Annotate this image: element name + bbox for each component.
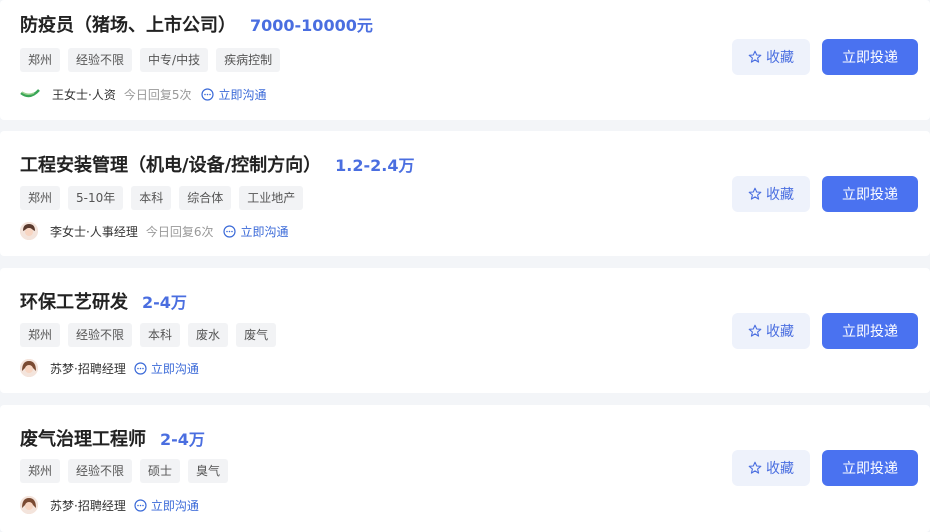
job-tags: 郑州 经验不限 中专/中技 疾病控制 (20, 48, 281, 72)
star-icon (748, 324, 762, 338)
job-card[interactable]: 防疫员（猪场、上市公司） 7000-10000元 郑州 经验不限 中专/中技 疾… (0, 0, 930, 120)
apply-button[interactable]: 立即投递 (822, 176, 918, 212)
tag-experience: 经验不限 (68, 48, 133, 72)
chat-label: 立即沟通 (150, 361, 199, 376)
job-tags: 郑州 经验不限 硕士 臭气 (20, 459, 229, 483)
tag-education: 中专/中技 (140, 48, 209, 72)
job-tags: 郑州 5-10年 本科 综合体 工业地产 (20, 186, 304, 210)
chat-label: 立即沟通 (150, 498, 199, 513)
tag-education: 本科 (140, 323, 181, 347)
tag-experience: 5-10年 (68, 186, 124, 210)
job-tags: 郑州 经验不限 本科 废水 废气 (20, 323, 277, 347)
job-salary: 7000-10000元 (250, 16, 373, 35)
tag-keyword: 综合体 (179, 186, 232, 210)
tag-education: 硕士 (140, 459, 181, 483)
favorite-button[interactable]: 收藏 (732, 313, 810, 349)
recruiter-info: 李女士·人事经理 今日回复6次 立即沟通 (20, 222, 288, 240)
apply-button[interactable]: 立即投递 (822, 450, 918, 486)
job-card[interactable]: 环保工艺研发 2-4万 郑州 经验不限 本科 废水 废气 苏梦·招聘经理 立即沟… (0, 268, 930, 393)
star-icon (748, 50, 762, 64)
favorite-label: 收藏 (766, 461, 794, 477)
person-avatar-icon (20, 222, 38, 240)
favorite-button[interactable]: 收藏 (732, 39, 810, 75)
chat-label: 立即沟通 (240, 224, 289, 239)
tag-keyword: 疾病控制 (216, 48, 281, 72)
recruiter-name: 苏梦·招聘经理 (50, 361, 126, 376)
favorite-button[interactable]: 收藏 (732, 176, 810, 212)
recruiter-info: 苏梦·招聘经理 立即沟通 (20, 496, 199, 514)
job-title[interactable]: 防疫员（猪场、上市公司） (20, 11, 236, 37)
job-salary: 1.2-2.4万 (335, 156, 415, 175)
reply-count: 今日回复6次 (145, 224, 214, 239)
star-icon (748, 461, 762, 475)
job-card[interactable]: 工程安装管理（机电/设备/控制方向） 1.2-2.4万 郑州 5-10年 本科 … (0, 131, 930, 256)
chat-bubble-icon (134, 498, 147, 512)
tag-location: 郑州 (20, 48, 61, 72)
chat-link[interactable]: 立即沟通 (134, 360, 199, 377)
chat-link[interactable]: 立即沟通 (134, 497, 199, 514)
tag-education: 本科 (131, 186, 172, 210)
job-title[interactable]: 环保工艺研发 (20, 288, 128, 314)
chat-bubble-icon (134, 361, 147, 375)
chat-bubble-icon (201, 87, 215, 101)
chat-link[interactable]: 立即沟通 (223, 223, 288, 240)
job-title[interactable]: 工程安装管理（机电/设备/控制方向） (20, 151, 321, 177)
tag-location: 郑州 (20, 186, 61, 210)
recruiter-name: 王女士·人资 (52, 87, 116, 102)
recruiter-info: 王女士·人资 今日回复5次 立即沟通 (20, 85, 266, 103)
reply-count: 今日回复5次 (123, 87, 192, 102)
favorite-label: 收藏 (766, 324, 794, 340)
tag-keyword: 废气 (236, 323, 277, 347)
tag-keyword: 工业地产 (239, 186, 304, 210)
recruiter-name: 李女士·人事经理 (50, 224, 138, 239)
company-logo-icon (20, 85, 40, 103)
favorite-label: 收藏 (766, 50, 794, 66)
tag-location: 郑州 (20, 323, 61, 347)
chat-bubble-icon (223, 224, 237, 238)
tag-location: 郑州 (20, 459, 61, 483)
tag-experience: 经验不限 (68, 323, 133, 347)
person-avatar-icon (20, 359, 38, 377)
tag-experience: 经验不限 (68, 459, 133, 483)
tag-keyword: 废水 (188, 323, 229, 347)
star-icon (748, 187, 762, 201)
apply-button[interactable]: 立即投递 (822, 39, 918, 75)
favorite-button[interactable]: 收藏 (732, 450, 810, 486)
favorite-label: 收藏 (766, 187, 794, 203)
recruiter-name: 苏梦·招聘经理 (50, 498, 126, 513)
person-avatar-icon (20, 496, 38, 514)
chat-label: 立即沟通 (218, 87, 267, 102)
chat-link[interactable]: 立即沟通 (201, 86, 266, 103)
apply-button[interactable]: 立即投递 (822, 313, 918, 349)
recruiter-info: 苏梦·招聘经理 立即沟通 (20, 359, 199, 377)
job-salary: 2-4万 (160, 430, 205, 449)
job-title[interactable]: 废气治理工程师 (20, 425, 146, 451)
tag-keyword: 臭气 (188, 459, 229, 483)
job-card[interactable]: 废气治理工程师 2-4万 郑州 经验不限 硕士 臭气 苏梦·招聘经理 立即沟通 … (0, 405, 930, 532)
job-salary: 2-4万 (142, 293, 187, 312)
